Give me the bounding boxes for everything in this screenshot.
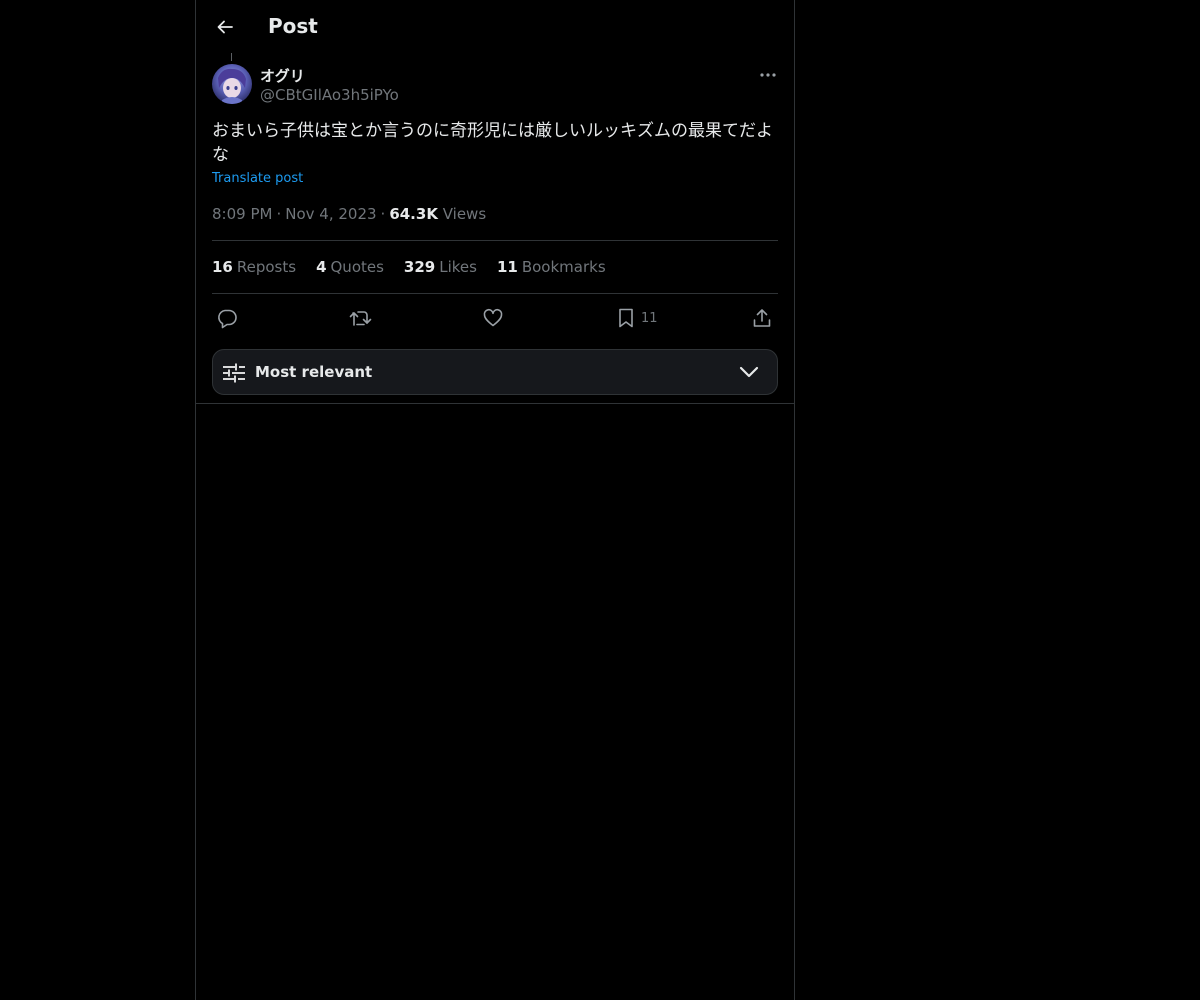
post-meta: 8:09 PM · Nov 4, 2023 · 64.3K Views xyxy=(212,205,486,223)
translate-post-link[interactable]: Translate post xyxy=(212,171,303,186)
bookmarks-stat[interactable]: 11 Bookmarks xyxy=(497,258,606,276)
heart-icon xyxy=(482,307,504,329)
views-count: 64.3K xyxy=(389,205,438,223)
avatar[interactable] xyxy=(212,64,252,104)
author-handle[interactable]: @CBtGIlAo3h5iPYo xyxy=(260,86,399,104)
likes-label: Likes xyxy=(439,258,477,276)
more-options-button[interactable] xyxy=(754,63,782,87)
chevron-down-icon xyxy=(739,363,759,381)
post-text: おまいら子供は宝とか言うのに奇形児には厳しいルッキズムの最果てだよな xyxy=(212,121,773,165)
sliders-icon xyxy=(223,362,245,384)
views-label: Views xyxy=(442,205,487,223)
ellipsis-icon xyxy=(759,72,777,78)
repost-button[interactable] xyxy=(349,303,373,333)
bookmarks-label: Bookmarks xyxy=(521,258,606,276)
reply-button[interactable] xyxy=(216,303,238,333)
back-button[interactable] xyxy=(208,10,242,44)
meta-separator: · xyxy=(276,205,282,223)
divider xyxy=(212,240,778,241)
divider xyxy=(212,293,778,294)
reply-sort-dropdown[interactable]: Most relevant xyxy=(212,349,778,395)
author-display-name[interactable]: オグリ xyxy=(260,65,305,86)
page-header: Post xyxy=(196,0,794,53)
bookmark-icon xyxy=(617,307,635,329)
sort-label: Most relevant xyxy=(255,363,373,381)
share-upload-icon xyxy=(751,307,773,329)
reposts-label: Reposts xyxy=(236,258,297,276)
speech-bubble-icon xyxy=(216,307,238,329)
thread-connector-line xyxy=(231,53,232,61)
repost-arrows-icon xyxy=(349,307,373,329)
bookmark-count: 11 xyxy=(641,310,658,326)
quotes-count: 4 xyxy=(316,258,327,276)
reposts-stat[interactable]: 16 Reposts xyxy=(212,258,296,276)
post-date[interactable]: Nov 4, 2023 xyxy=(285,205,376,223)
arrow-left-icon xyxy=(215,17,235,37)
action-bar: 11 xyxy=(212,303,778,333)
primary-column: Post オグリ @CBtGIlAo3h5iPYo おまいら子供は宝とか言うのに… xyxy=(195,0,795,1000)
reposts-count: 16 xyxy=(212,258,233,276)
likes-count: 329 xyxy=(403,258,436,276)
bookmark-button[interactable]: 11 xyxy=(617,303,658,333)
meta-separator: · xyxy=(380,205,386,223)
bookmarks-count: 11 xyxy=(496,258,518,276)
likes-stat[interactable]: 329 Likes xyxy=(404,258,477,276)
quotes-stat[interactable]: 4 Quotes xyxy=(316,258,384,276)
share-button[interactable] xyxy=(751,303,773,333)
section-divider xyxy=(196,403,794,404)
post-stats: 16 Reposts 4 Quotes 329 Likes 11 Bookmarks xyxy=(212,258,606,276)
like-button[interactable] xyxy=(482,303,504,333)
post-time[interactable]: 8:09 PM xyxy=(212,205,272,223)
page-title: Post xyxy=(268,14,318,38)
quotes-label: Quotes xyxy=(330,258,384,276)
